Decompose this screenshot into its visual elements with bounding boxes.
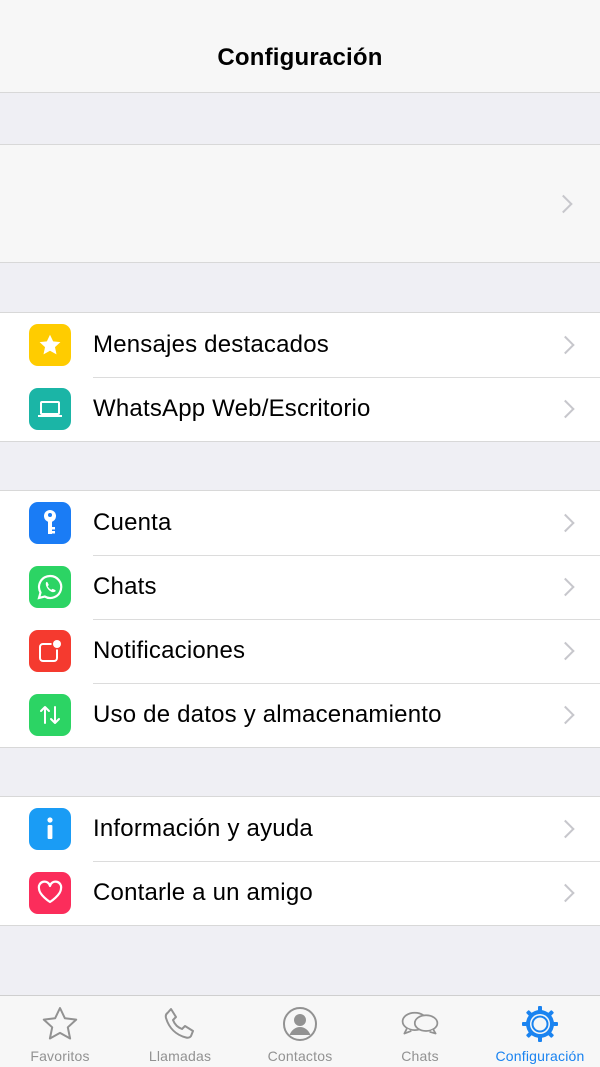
contact-icon bbox=[280, 1004, 320, 1044]
tab-bar: Favoritos Llamadas Contactos Chats Confi… bbox=[0, 995, 600, 1067]
page-title: Configuración bbox=[217, 44, 383, 71]
whatsapp-icon bbox=[29, 566, 71, 608]
star-outline-icon bbox=[40, 1004, 80, 1044]
settings-group-help: Información y ayuda Contarle a un amigo bbox=[0, 796, 600, 926]
chevron-right-icon bbox=[556, 705, 575, 725]
navigation-bar: Configuración bbox=[0, 0, 600, 93]
settings-item-chats[interactable]: Chats bbox=[0, 555, 600, 619]
heart-icon bbox=[29, 872, 71, 914]
tab-favoritos[interactable]: Favoritos bbox=[0, 996, 120, 1067]
gear-icon bbox=[520, 1004, 560, 1044]
chevron-right-icon bbox=[556, 399, 575, 419]
data-arrows-icon bbox=[29, 694, 71, 736]
settings-item-label: Contarle a un amigo bbox=[93, 879, 313, 906]
settings-item-label: WhatsApp Web/Escritorio bbox=[93, 395, 371, 422]
key-icon bbox=[29, 502, 71, 544]
tab-label: Favoritos bbox=[30, 1048, 90, 1064]
chevron-right-icon bbox=[556, 335, 575, 355]
settings-item-label: Chats bbox=[93, 573, 157, 600]
tab-contactos[interactable]: Contactos bbox=[240, 996, 360, 1067]
star-icon bbox=[29, 324, 71, 366]
settings-item-account[interactable]: Cuenta bbox=[0, 491, 600, 555]
tab-label: Llamadas bbox=[148, 1048, 212, 1064]
laptop-icon bbox=[29, 388, 71, 430]
settings-item-starred-messages[interactable]: Mensajes destacados bbox=[0, 313, 600, 377]
chevron-right-icon bbox=[556, 819, 575, 839]
tab-label: Chats bbox=[401, 1048, 439, 1064]
settings-item-label: Notificaciones bbox=[93, 637, 246, 664]
settings-item-label: Información y ayuda bbox=[93, 815, 313, 842]
chevron-right-icon bbox=[556, 641, 575, 661]
settings-group-starred-web: Mensajes destacados WhatsApp Web/Escrito… bbox=[0, 312, 600, 442]
settings-item-data-storage[interactable]: Uso de datos y almacenamiento bbox=[0, 683, 600, 747]
tab-chats[interactable]: Chats bbox=[360, 996, 480, 1067]
settings-item-label: Uso de datos y almacenamiento bbox=[93, 701, 442, 728]
notification-icon bbox=[29, 630, 71, 672]
settings-item-help[interactable]: Información y ayuda bbox=[0, 797, 600, 861]
settings-item-label: Cuenta bbox=[93, 509, 172, 536]
tab-llamadas[interactable]: Llamadas bbox=[120, 996, 240, 1067]
phone-icon bbox=[160, 1004, 200, 1044]
settings-item-whatsapp-web[interactable]: WhatsApp Web/Escritorio bbox=[0, 377, 600, 441]
tab-label: Configuración bbox=[495, 1048, 585, 1064]
settings-item-label: Mensajes destacados bbox=[93, 331, 329, 358]
settings-item-tell-friend[interactable]: Contarle a un amigo bbox=[0, 861, 600, 925]
settings-group-account: Cuenta Chats Notificaciones Uso de datos… bbox=[0, 490, 600, 748]
tab-label: Contactos bbox=[267, 1048, 333, 1064]
chat-bubbles-icon bbox=[400, 1004, 440, 1044]
settings-item-notifications[interactable]: Notificaciones bbox=[0, 619, 600, 683]
chevron-right-icon bbox=[556, 883, 575, 903]
tab-configuracion[interactable]: Configuración bbox=[480, 996, 600, 1067]
info-icon bbox=[29, 808, 71, 850]
chevron-right-icon bbox=[556, 513, 575, 533]
chevron-right-icon bbox=[554, 194, 573, 213]
profile-row[interactable] bbox=[0, 144, 600, 263]
chevron-right-icon bbox=[556, 577, 575, 597]
